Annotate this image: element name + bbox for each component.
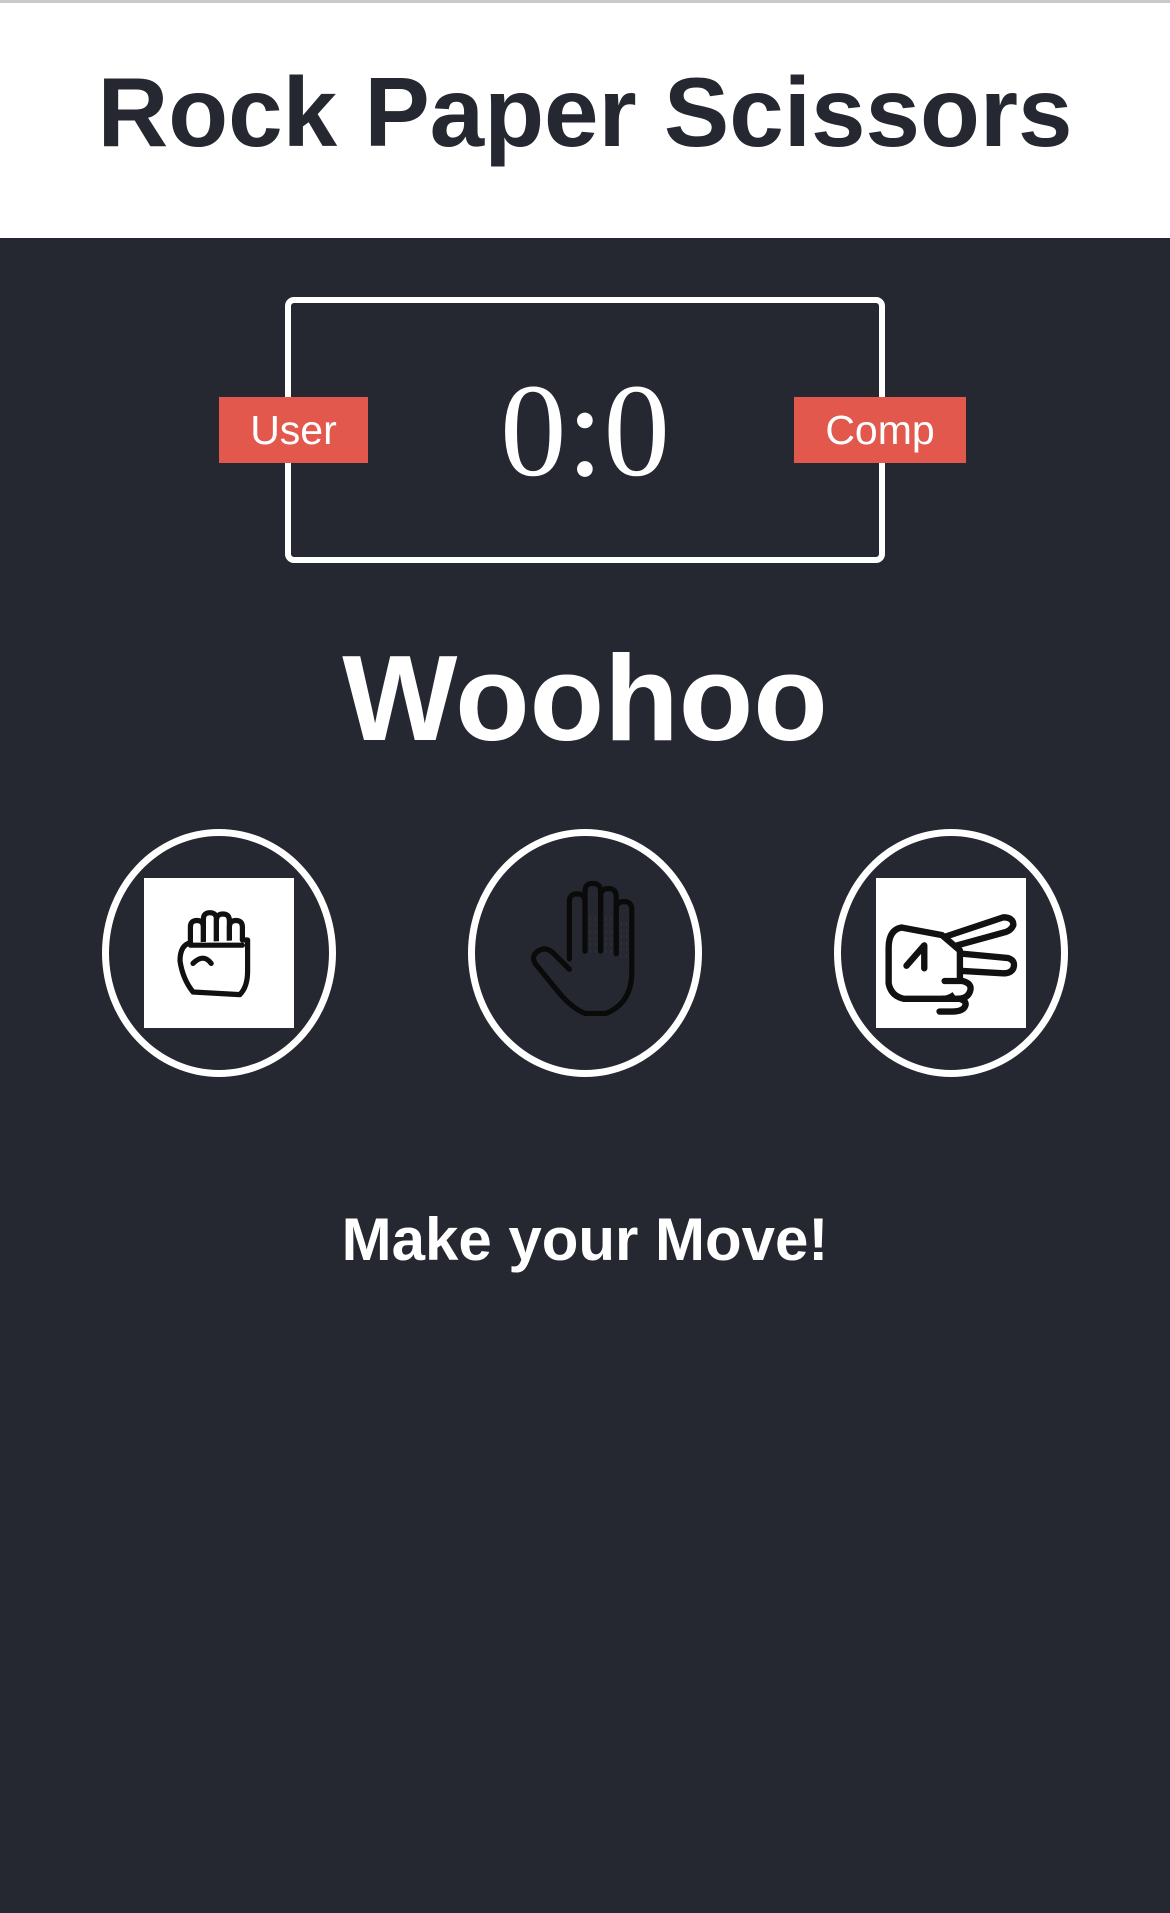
- scissors-choice-button[interactable]: [834, 829, 1068, 1077]
- paper-choice-button[interactable]: [468, 829, 702, 1077]
- comp-badge: Comp: [794, 397, 966, 463]
- action-message: Make your Move!: [341, 1206, 829, 1273]
- rock-choice-button[interactable]: [102, 829, 336, 1077]
- score-display: 0:0: [500, 355, 670, 504]
- page-title: Rock Paper Scissors: [97, 57, 1073, 167]
- scissors-hand-icon: [876, 878, 1026, 1028]
- fist-hand-icon: [144, 878, 294, 1028]
- user-badge: User: [219, 397, 368, 463]
- open-hand-icon: [510, 878, 660, 1028]
- result-message: Woohoo: [342, 630, 828, 766]
- page-header: Rock Paper Scissors: [0, 3, 1170, 238]
